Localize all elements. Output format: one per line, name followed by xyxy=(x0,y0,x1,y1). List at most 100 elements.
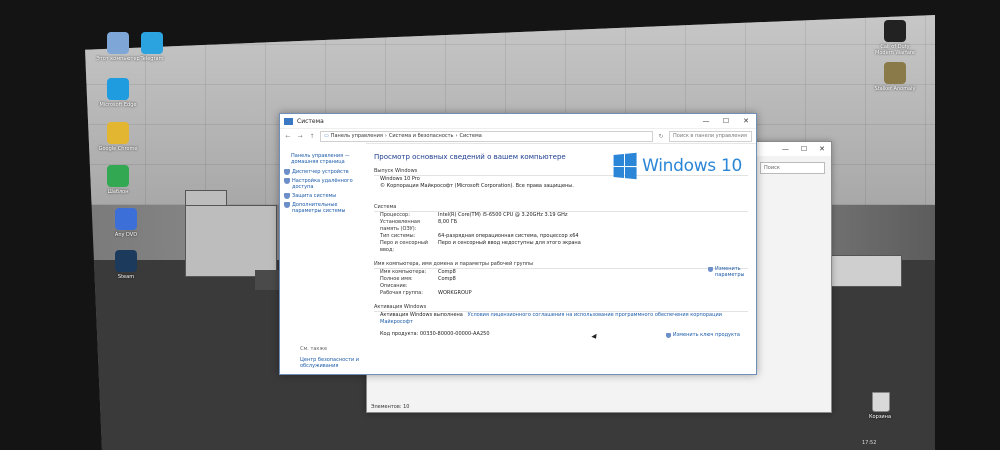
taskbar-clock[interactable]: 17:52 xyxy=(862,440,876,446)
recycle-bin-label-wrap: Корзина xyxy=(857,412,903,420)
change-settings-link[interactable]: Изменить параметры xyxy=(708,266,748,278)
sidebar-item-label: Диспетчер устройств xyxy=(292,169,349,175)
maximize-button[interactable]: ☐ xyxy=(801,145,807,153)
breadcrumb-item[interactable]: Панель управления xyxy=(331,133,383,139)
desktop-icon[interactable]: Steam xyxy=(103,250,149,280)
change-key-label: Изменить ключ продукта xyxy=(672,332,740,338)
info-value: WORKGROUP xyxy=(438,290,472,296)
desktop-icon[interactable]: Google Chrome xyxy=(95,122,141,152)
close-button[interactable]: ✕ xyxy=(736,117,756,125)
refresh-icon[interactable]: ↻ xyxy=(657,133,665,140)
shield-icon xyxy=(284,193,290,199)
copyright-text: © Корпорация Майкрософт (Microsoft Corpo… xyxy=(380,183,574,189)
sidebar-item-protection[interactable]: Защита системы xyxy=(284,193,366,199)
desktop-icon[interactable]: Any DVD xyxy=(103,208,149,238)
sidebar: Панель управления — домашняя страница Ди… xyxy=(280,143,366,374)
recycle-bin-icon[interactable] xyxy=(872,392,890,412)
change-key-link[interactable]: Изменить ключ продукта xyxy=(665,332,740,338)
close-button[interactable]: ✕ xyxy=(819,145,825,153)
see-also-label: См. также xyxy=(300,346,328,352)
desktop-icon-label: Stalker Anomaly xyxy=(874,86,916,92)
app-icon xyxy=(884,62,906,84)
desktop-icon[interactable]: Microsoft Edge xyxy=(95,78,141,108)
app-icon xyxy=(107,122,129,144)
maximize-button[interactable]: ☐ xyxy=(716,117,736,125)
desktop-icon-label: Google Chrome xyxy=(98,146,138,152)
desktop-icon[interactable]: Telegram xyxy=(129,32,175,62)
back-arrow-icon[interactable]: ← xyxy=(284,133,292,140)
activation-section-title: Активация Windows xyxy=(374,304,748,312)
sidebar-item-label: Защита системы xyxy=(292,193,337,199)
breadcrumb-item[interactable]: Система и безопасность xyxy=(389,133,454,139)
info-row: Полное имя: Comp8 xyxy=(374,276,748,283)
breadcrumb[interactable]: ▭ Панель управления › Система и безопасн… xyxy=(320,130,653,142)
shield-icon xyxy=(665,333,671,338)
sidebar-item-advanced[interactable]: Дополнительные параметры системы xyxy=(284,202,366,214)
app-icon xyxy=(884,20,906,42)
desktop-icon-label: Any DVD xyxy=(114,232,138,238)
desktop-icon[interactable]: Stalker Anomaly xyxy=(872,62,918,92)
info-value: 8,00 ГБ xyxy=(438,219,458,225)
system-window-icon xyxy=(284,117,293,125)
desktop-icon-label: Call of Duty Modern Warfare xyxy=(875,44,915,56)
info-row: Установленная память (ОЗУ): 8,00 ГБ xyxy=(374,219,748,233)
app-icon xyxy=(115,208,137,230)
app-icon xyxy=(107,165,129,187)
system-window[interactable]: Система — ☐ ✕ ← → ↑ ▭ Панель управления … xyxy=(279,113,757,375)
app-icon xyxy=(141,32,163,54)
info-row: Перо и сенсорный ввод: Перо и сенсорный в… xyxy=(374,240,748,254)
info-value: Intel(R) Core(TM) i5-6500 CPU @ 3.20GHz … xyxy=(438,212,568,218)
activation-status-label: Активация Windows выполнена xyxy=(380,312,463,318)
info-key: Установленная память (ОЗУ): xyxy=(380,219,420,232)
windows-logo-text: Windows 10 xyxy=(642,156,742,176)
desktop-icon[interactable]: Call of Duty Modern Warfare xyxy=(872,20,918,56)
desktop-icon-label: Telegram xyxy=(140,56,164,62)
change-settings-label: Изменить параметры xyxy=(715,266,745,278)
chevron-right-icon: › xyxy=(384,133,387,139)
shield-icon xyxy=(284,169,290,175)
windows-flag-icon xyxy=(613,152,637,180)
app-icon xyxy=(115,250,137,272)
info-value: Comp8 xyxy=(438,269,456,275)
info-row: Процессор: Intel(R) Core(TM) i5-6500 CPU … xyxy=(374,212,748,219)
system-titlebar: Система — ☐ ✕ xyxy=(280,114,756,129)
desktop-icon[interactable]: Шаблон xyxy=(95,165,141,195)
shield-icon xyxy=(284,202,290,208)
sidebar-home-link[interactable]: Панель управления — домашняя страница xyxy=(291,153,366,165)
info-value: Перо и сенсорный ввод недоступны для это… xyxy=(438,240,581,246)
info-value: 64-разрядная операционная система, проце… xyxy=(438,233,579,239)
app-icon xyxy=(107,78,129,100)
desktop-icon-label: Шаблон xyxy=(107,189,129,195)
chevron-right-icon: › xyxy=(455,133,458,139)
info-row: Рабочая группа: WORKGROUP xyxy=(374,290,748,297)
system-section-title: Система xyxy=(374,204,748,212)
wallpaper-booth xyxy=(185,205,277,277)
security-maintenance-link[interactable]: Центр безопасности и обслуживания xyxy=(300,357,360,369)
info-key: Тип системы: xyxy=(380,233,416,239)
up-arrow-icon[interactable]: ↑ xyxy=(308,133,316,140)
monitor-icon: ▭ xyxy=(324,133,329,139)
info-key: Полное имя: xyxy=(380,276,413,282)
forward-arrow-icon[interactable]: → xyxy=(296,133,304,140)
minimize-button[interactable]: — xyxy=(696,117,716,125)
activation-status: Активация Windows выполнена Условия лице… xyxy=(374,312,748,326)
minimize-button[interactable]: — xyxy=(782,145,789,153)
recycle-bin-label: Корзина xyxy=(868,414,892,420)
main-content: Просмотр основных сведений о вашем компь… xyxy=(374,143,748,374)
sidebar-item-label: Дополнительные параметры системы xyxy=(292,202,346,214)
window-title: Система xyxy=(297,117,324,125)
breadcrumb-item[interactable]: Система xyxy=(460,133,482,139)
info-key: Процессор: xyxy=(380,212,410,218)
sidebar-item-remote[interactable]: Настройка удалённого доступа xyxy=(284,178,366,190)
sidebar-item-device-manager[interactable]: Диспетчер устройств xyxy=(284,169,366,175)
explorer-search-input[interactable]: Поиск xyxy=(760,162,825,174)
info-key: Описание: xyxy=(380,283,408,289)
desktop-icon-label: Steam xyxy=(117,274,135,280)
info-row: Описание: xyxy=(374,283,748,290)
info-value: Comp8 xyxy=(438,276,456,282)
info-key: Рабочая группа: xyxy=(380,290,423,296)
explorer-status-text: Элементов: 10 xyxy=(371,404,410,410)
address-row: ← → ↑ ▭ Панель управления › Система и бе… xyxy=(280,129,756,144)
info-key: Перо и сенсорный ввод: xyxy=(380,240,429,253)
search-input[interactable]: Поиск в панели управления xyxy=(669,130,752,142)
